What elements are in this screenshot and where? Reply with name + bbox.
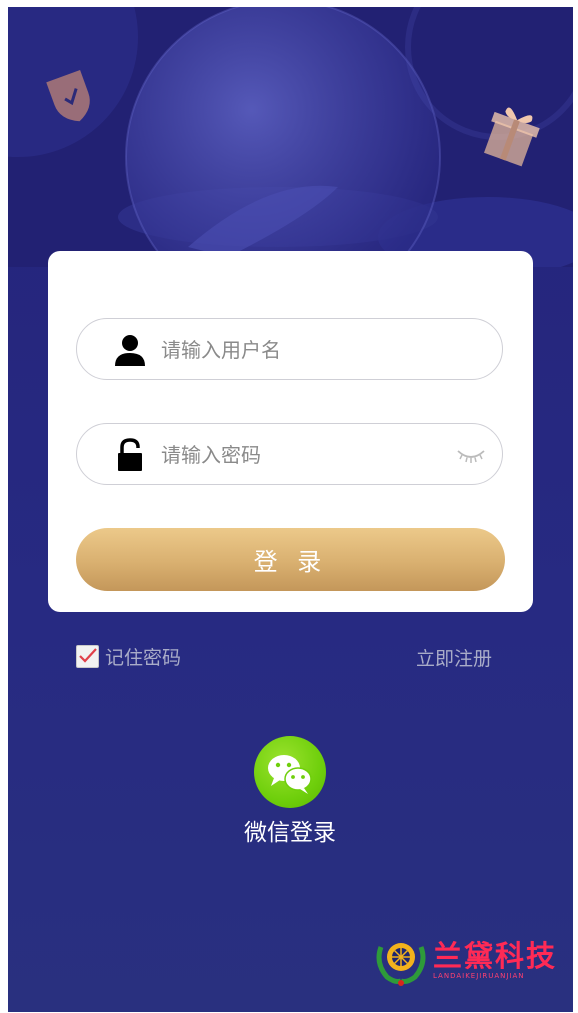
- remember-password[interactable]: 记住密码: [76, 643, 181, 669]
- brand-name: 兰黛科技: [433, 939, 558, 973]
- username-field: [76, 318, 503, 380]
- eye-closed-icon[interactable]: [456, 443, 486, 465]
- brand-logo: 兰黛科技 LANDAIKEJIRUANJIAN: [373, 933, 568, 989]
- user-icon: [115, 335, 145, 366]
- login-card: 登 录: [48, 251, 533, 612]
- password-field: [76, 423, 503, 485]
- register-link[interactable]: 立即注册: [416, 644, 492, 671]
- checkmark-icon: [79, 647, 97, 663]
- username-input[interactable]: [159, 331, 453, 369]
- wechat-icon: [268, 755, 312, 794]
- app-screen: 登 录 记住密码 立即注册 微信登录: [8, 7, 573, 1012]
- remember-checkbox[interactable]: [76, 644, 99, 668]
- login-button[interactable]: 登 录: [76, 528, 505, 591]
- lock-icon: [118, 438, 142, 471]
- wreath-logo-icon: [376, 943, 426, 986]
- header-illustration: [8, 7, 573, 267]
- remember-label: 记住密码: [105, 646, 182, 669]
- password-input[interactable]: [159, 436, 453, 474]
- wechat-login-button[interactable]: [254, 736, 326, 808]
- brand-subtitle: LANDAIKEJIRUANJIAN: [433, 972, 525, 980]
- wechat-login-label: 微信登录: [244, 820, 336, 846]
